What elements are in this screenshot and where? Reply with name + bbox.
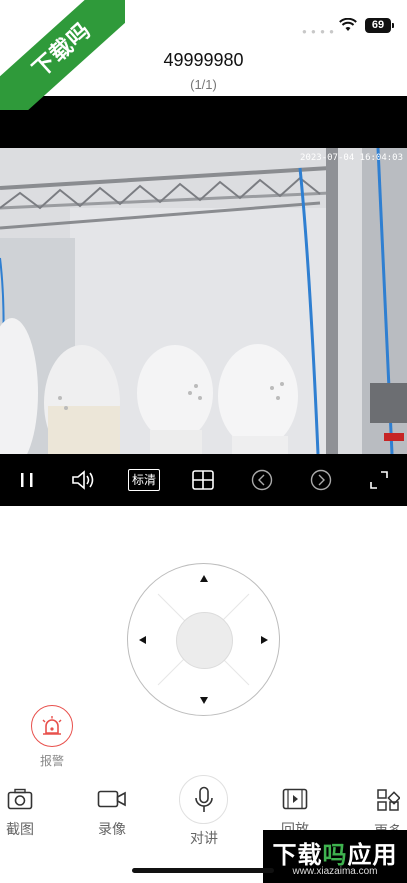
- camera-icon: [7, 788, 33, 810]
- split-view-button[interactable]: [190, 468, 216, 492]
- ptz-up-arrow-icon[interactable]: [200, 575, 208, 582]
- watermark-ribbon: 下载吗: [0, 0, 125, 110]
- mute-button[interactable]: [71, 468, 97, 492]
- previous-button[interactable]: [249, 468, 275, 492]
- record-label: 录像: [98, 821, 126, 837]
- signal-dots-icon: ● ● ● ●: [302, 27, 335, 36]
- quality-button[interactable]: 标清: [128, 469, 160, 491]
- video-camera-icon: [97, 790, 126, 808]
- alarm-button[interactable]: [31, 705, 73, 747]
- film-icon: [282, 788, 308, 810]
- record-button[interactable]: 录像: [94, 788, 130, 839]
- video-control-bar: 标清: [0, 454, 407, 506]
- chevron-right-circle-icon: [310, 469, 332, 491]
- alarm-label: 报警: [39, 754, 64, 768]
- ptz-down-arrow-icon[interactable]: [200, 697, 208, 704]
- next-button[interactable]: [308, 468, 334, 492]
- chevron-left-circle-icon: [251, 469, 273, 491]
- talk-label: 对讲: [190, 830, 218, 846]
- ptz-left-arrow-icon[interactable]: [139, 636, 146, 644]
- ptz-joystick[interactable]: [127, 563, 280, 716]
- talk-button[interactable]: [179, 775, 228, 824]
- pause-icon: [21, 473, 33, 487]
- ptz-right-arrow-icon[interactable]: [261, 636, 268, 644]
- speaker-icon: [72, 470, 94, 490]
- fullscreen-button[interactable]: [366, 468, 392, 492]
- ribbon-text: 下载吗: [0, 0, 125, 110]
- wifi-icon: [339, 18, 357, 31]
- battery-indicator: 69: [365, 18, 394, 33]
- watermark-title: 下载吗应用: [272, 842, 398, 869]
- camera-scene-image: [0, 148, 407, 454]
- video-timestamp: 2023-07-04 16:04:03: [300, 153, 403, 163]
- grid-icon: [192, 470, 214, 490]
- home-indicator[interactable]: [132, 868, 274, 873]
- expand-icon: [370, 471, 388, 489]
- camera-feed: 2023-07-04 16:04:03: [0, 148, 407, 454]
- screenshot-label: 截图: [6, 821, 34, 837]
- apps-icon: [377, 789, 401, 811]
- pause-button[interactable]: [14, 468, 40, 492]
- video-player[interactable]: 2023-07-04 16:04:03: [0, 96, 407, 454]
- microphone-icon: [194, 786, 213, 812]
- siren-icon: [42, 716, 62, 735]
- watermark-url: www.xiazaima.com: [292, 866, 378, 877]
- joystick-center[interactable]: [176, 612, 233, 669]
- screenshot-button[interactable]: 截图: [2, 788, 38, 839]
- watermark-logo: 下载吗应用 www.xiazaima.com: [263, 830, 407, 883]
